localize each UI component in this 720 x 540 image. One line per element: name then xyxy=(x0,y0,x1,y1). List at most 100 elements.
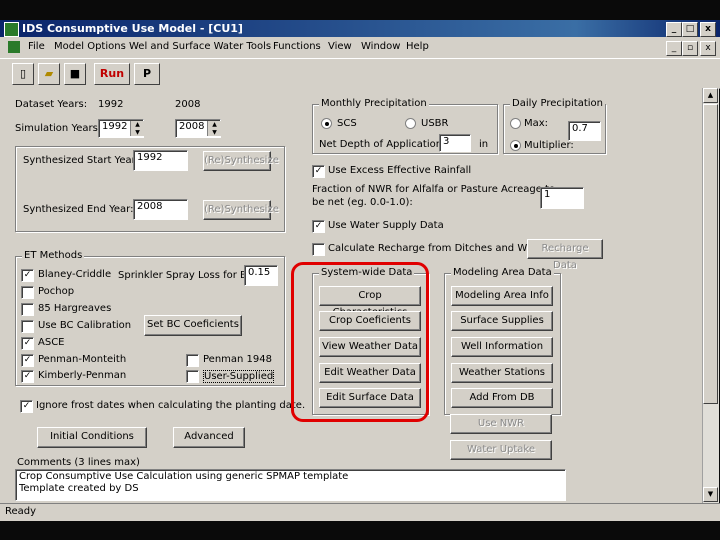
weather-stations-button[interactable]: Weather Stations xyxy=(451,363,553,383)
water-supply-label: Use Water Supply Data xyxy=(328,220,444,231)
penman-monteith-checkbox[interactable]: ✓ xyxy=(21,354,34,367)
asce-label: ASCE xyxy=(38,337,65,348)
daily-precip-input[interactable]: 0.7 xyxy=(568,121,601,141)
menu-window[interactable]: Window xyxy=(361,41,400,52)
pochop-label: Pochop xyxy=(38,286,75,297)
blaney-criddle-checkbox[interactable]: ✓ xyxy=(21,269,34,282)
advanced-button[interactable]: Advanced xyxy=(173,427,245,448)
excess-rainfall-label: Use Excess Effective Rainfall xyxy=(328,165,472,176)
modeling-area-info-button[interactable]: Modeling Area Info xyxy=(451,286,553,306)
open-folder-icon[interactable]: ▰ xyxy=(38,63,60,85)
simulation-start-spinner[interactable]: ▲ ▼ xyxy=(130,121,144,136)
penman-monteith-label: Penman-Monteith xyxy=(38,354,127,365)
toolbar: ▯ ▰ ■ Run P xyxy=(0,58,720,89)
dataset-end-year: 2008 xyxy=(175,99,201,110)
menu-model-options[interactable]: Model Options xyxy=(54,41,126,52)
well-information-button[interactable]: Well Information xyxy=(451,337,553,357)
bc-calibration-checkbox[interactable] xyxy=(21,320,34,333)
synthesize-group: Synthesized Start Year: 1992 (Re)Synthes… xyxy=(15,146,285,232)
recharge-label: Calculate Recharge from Ditches and Well… xyxy=(328,243,544,254)
multiplier-radio[interactable] xyxy=(510,140,521,151)
resynthesize-end-button[interactable]: (Re)Synthesize xyxy=(203,200,279,220)
new-file-icon[interactable]: ▯ xyxy=(12,63,34,85)
blaney-criddle-label: Blaney-Criddle xyxy=(38,269,112,280)
water-supply-checkbox[interactable]: ✓ xyxy=(312,220,325,233)
max-radio[interactable] xyxy=(510,118,521,129)
menu-bar: File Model Options Wel and Surface Water… xyxy=(0,37,720,58)
child-restore-button[interactable]: ▫ xyxy=(682,41,698,56)
window-title: IDS Consumptive Use Model - [CU1] xyxy=(22,22,243,35)
menu-functions[interactable]: Functions xyxy=(273,41,321,52)
menu-view[interactable]: View xyxy=(328,41,352,52)
surface-supplies-button[interactable]: Surface Supplies xyxy=(451,311,553,331)
menu-file[interactable]: File xyxy=(28,41,45,52)
set-bc-coefficients-button[interactable]: Set BC Coeficients xyxy=(144,315,242,336)
dataset-years-label: Dataset Years: xyxy=(15,99,88,110)
net-depth-unit: in xyxy=(479,139,489,150)
scs-radio[interactable] xyxy=(321,118,332,129)
ignore-frost-label: Ignore frost dates when calculating the … xyxy=(36,400,306,411)
comment-line-1: Crop Consumptive Use Calculation using g… xyxy=(19,471,349,482)
fraction-label-2: be net (eg. 0.0-1.0): xyxy=(312,197,413,208)
sprinkler-input[interactable]: 0.15 xyxy=(244,265,278,286)
penman-1948-checkbox[interactable] xyxy=(186,354,199,367)
scroll-up-arrow-icon[interactable]: ▲ xyxy=(703,88,718,103)
maximize-button[interactable]: □ xyxy=(682,22,698,37)
fraction-label-1: Fraction of NWR for Alfalfa or Pasture A… xyxy=(312,184,556,195)
hargreaves-label: 85 Hargreaves xyxy=(38,303,112,314)
max-label: Max: xyxy=(524,118,549,129)
comments-textarea[interactable]: Crop Consumptive Use Calculation using g… xyxy=(15,469,566,501)
usbr-label: USBR xyxy=(421,118,449,129)
modeling-area-data-group: Modeling Area Data Modeling Area Info Su… xyxy=(444,267,561,415)
hargreaves-checkbox[interactable] xyxy=(21,303,34,316)
synth-end-input[interactable]: 2008 xyxy=(133,199,188,220)
recharge-checkbox[interactable] xyxy=(312,243,325,256)
penman-1948-label: Penman 1948 xyxy=(203,354,272,365)
synth-end-label: Synthesized End Year: xyxy=(23,204,134,215)
water-uptake-button[interactable]: Water Uptake xyxy=(450,440,552,460)
kimberly-penman-checkbox[interactable]: ✓ xyxy=(21,370,34,383)
et-methods-group: ET Methods ✓ Blaney-Criddle Pochop 85 Ha… xyxy=(15,250,285,386)
simulation-end-spinner[interactable]: ▲ ▼ xyxy=(207,121,221,136)
comment-line-2: Template created by DS xyxy=(19,483,139,494)
child-close-button[interactable]: x xyxy=(700,41,716,56)
modeling-area-title: Modeling Area Data xyxy=(451,267,554,278)
scs-label: SCS xyxy=(337,118,357,129)
simulation-years-label: Simulation Years: xyxy=(15,123,102,134)
menu-well-surface-water-tools[interactable]: Wel and Surface Water Tools xyxy=(129,41,271,52)
recharge-data-button[interactable]: Recharge Data xyxy=(527,239,603,271)
use-nwr-button[interactable]: Use NWR xyxy=(450,414,552,434)
p-button[interactable]: P xyxy=(134,63,160,85)
menu-help[interactable]: Help xyxy=(406,41,429,52)
pochop-checkbox[interactable] xyxy=(21,286,34,299)
close-button[interactable]: x xyxy=(700,22,716,37)
scroll-thumb[interactable] xyxy=(703,104,718,404)
dataset-start-year: 1992 xyxy=(98,99,124,110)
asce-checkbox[interactable]: ✓ xyxy=(21,337,34,350)
run-button[interactable]: Run xyxy=(94,63,130,85)
vertical-scrollbar[interactable]: ▲ ▼ xyxy=(702,88,719,503)
excess-rainfall-checkbox[interactable]: ✓ xyxy=(312,165,325,178)
child-minimize-button[interactable]: _ xyxy=(666,41,682,56)
usbr-radio[interactable] xyxy=(405,118,416,129)
monthly-precip-title: Monthly Precipitation xyxy=(319,98,429,109)
net-depth-input[interactable]: 3 xyxy=(439,134,471,152)
sprinkler-label: Sprinkler Spray Loss for BC: xyxy=(118,270,258,281)
user-supplied-label: User-Supplied xyxy=(203,370,275,383)
save-disk-icon[interactable]: ■ xyxy=(64,63,86,85)
scroll-down-arrow-icon[interactable]: ▼ xyxy=(703,487,718,502)
resynthesize-start-button[interactable]: (Re)Synthesize xyxy=(203,151,279,171)
user-supplied-checkbox[interactable] xyxy=(186,370,199,383)
synth-start-input[interactable]: 1992 xyxy=(133,150,188,171)
doc-icon xyxy=(8,41,20,53)
status-bar: Ready xyxy=(0,503,720,521)
kimberly-penman-label: Kimberly-Penman xyxy=(38,370,127,381)
multiplier-label: Multiplier: xyxy=(524,140,574,151)
fraction-input[interactable]: 1 xyxy=(540,187,584,209)
ignore-frost-checkbox[interactable]: ✓ xyxy=(20,400,33,413)
bc-calibration-label: Use BC Calibration xyxy=(38,320,132,331)
title-bar: IDS Consumptive Use Model - [CU1] _ □ x xyxy=(0,20,720,37)
initial-conditions-button[interactable]: Initial Conditions xyxy=(37,427,147,448)
add-from-db-button[interactable]: Add From DB xyxy=(451,388,553,408)
minimize-button[interactable]: _ xyxy=(666,22,682,37)
